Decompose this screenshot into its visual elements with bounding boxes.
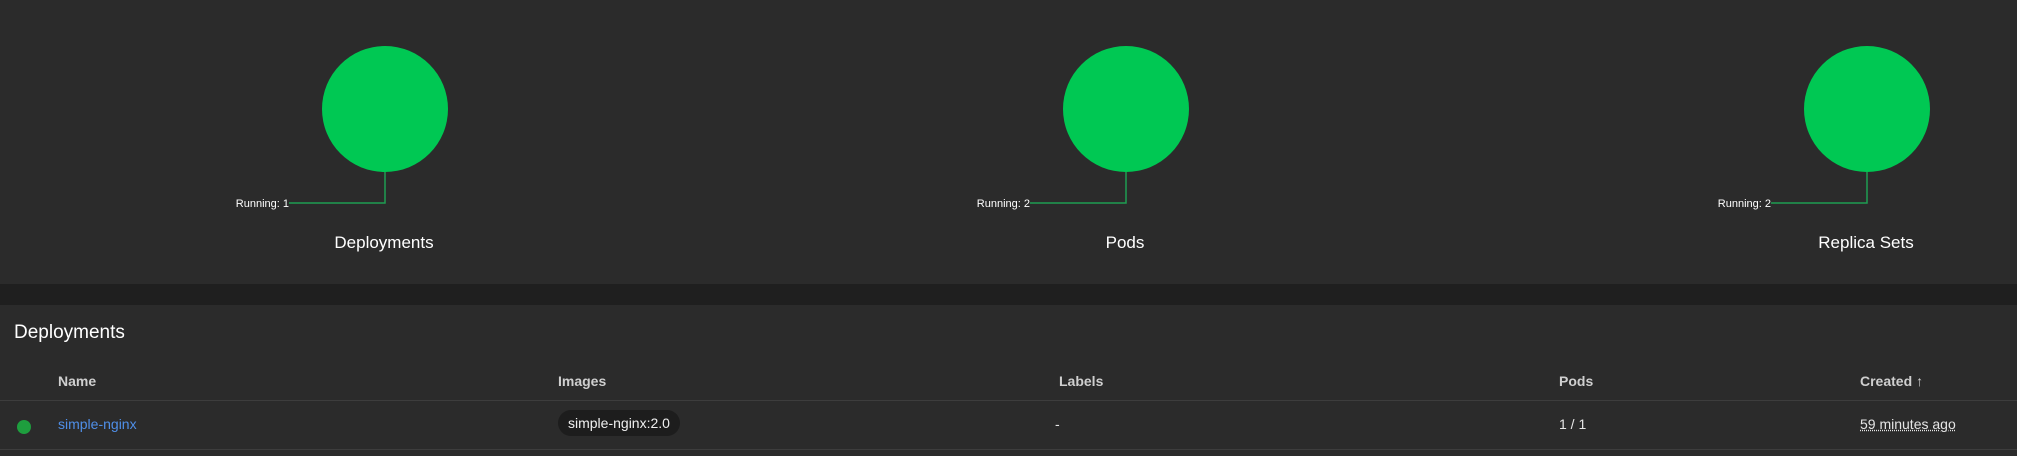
section-divider bbox=[0, 284, 2017, 305]
column-header-labels[interactable]: Labels bbox=[1059, 373, 1103, 389]
arrow-up-icon[interactable]: ↑ bbox=[1916, 373, 1923, 389]
column-header-created[interactable]: Created ↑ bbox=[1860, 373, 1923, 389]
chart-deployments: Running: 1 Deployments bbox=[234, 0, 534, 284]
image-chip: simple-nginx:2.0 bbox=[558, 410, 680, 436]
replica-sets-running-slice bbox=[1804, 46, 1930, 172]
chart-title-pods: Pods bbox=[1105, 233, 1145, 252]
replica-sets-running-label: Running: 2 bbox=[1718, 198, 1771, 210]
header-divider bbox=[0, 400, 2017, 401]
pods-label-leader bbox=[1030, 172, 1127, 204]
card-title: Deployments bbox=[14, 322, 125, 343]
deployments-card: Deployments Name Images Labels Pods Crea… bbox=[0, 305, 2017, 456]
pods-running-slice bbox=[1063, 46, 1189, 172]
column-header-created-label: Created bbox=[1860, 373, 1913, 389]
workload-status-panel: Running: 1 Deployments Running: 2 Pods R… bbox=[0, 0, 2017, 284]
labels-cell: - bbox=[1055, 416, 1060, 432]
chart-title-deployments: Deployments bbox=[334, 233, 434, 252]
created-cell: 59 minutes ago bbox=[1860, 416, 1956, 432]
chart-replica-sets: Running: 2 Replica Sets bbox=[1716, 0, 2016, 284]
deployment-name-cell: simple-nginx bbox=[58, 416, 137, 432]
pods-running-label: Running: 2 bbox=[977, 198, 1030, 210]
status-running-icon bbox=[17, 420, 31, 434]
chart-pods: Running: 2 Pods bbox=[975, 0, 1275, 284]
column-header-pods[interactable]: Pods bbox=[1559, 373, 1593, 389]
row-divider bbox=[0, 449, 2017, 450]
column-header-images[interactable]: Images bbox=[558, 373, 606, 389]
column-header-name[interactable]: Name bbox=[58, 373, 96, 389]
deployments-running-slice bbox=[322, 46, 448, 172]
replica-sets-label-leader bbox=[1771, 172, 1868, 204]
deployments-label-leader bbox=[289, 172, 386, 204]
deployments-running-label: Running: 1 bbox=[236, 198, 289, 210]
pods-cell: 1 / 1 bbox=[1559, 416, 1587, 432]
chart-title-replica-sets: Replica Sets bbox=[1818, 233, 1914, 252]
deployment-name-link[interactable]: simple-nginx bbox=[58, 416, 137, 432]
